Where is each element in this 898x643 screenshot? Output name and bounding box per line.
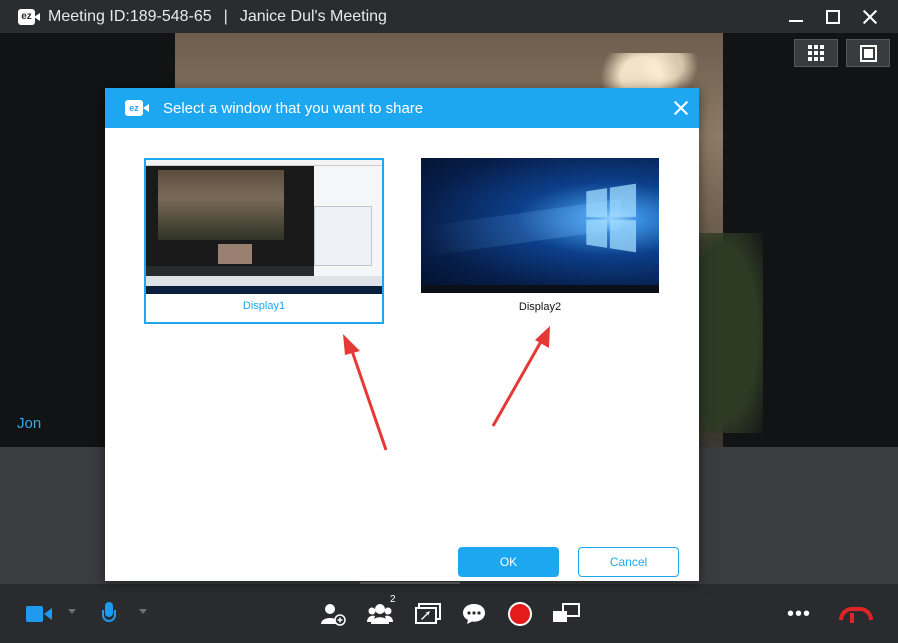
dialog-logo-icon: ez xyxy=(125,100,149,116)
meeting-app: ez Meeting ID:189-548-65 | Janice Dul's … xyxy=(0,0,898,643)
share-window-dialog: ez Select a window that you want to shar… xyxy=(105,88,699,581)
ok-button[interactable]: OK xyxy=(458,547,559,577)
record-icon xyxy=(508,602,532,626)
meeting-id: Meeting ID:189-548-65 xyxy=(48,7,212,25)
microphone-options-chevron-icon[interactable] xyxy=(139,609,147,614)
switch-display-icon xyxy=(553,603,580,622)
add-participant-button[interactable] xyxy=(319,601,347,627)
fullscreen-button[interactable] xyxy=(846,39,890,67)
grid-view-button[interactable] xyxy=(794,39,838,67)
close-icon[interactable] xyxy=(862,9,878,25)
microphone-button[interactable] xyxy=(102,601,116,627)
dialog-title: Select a window that you want to share xyxy=(163,99,424,117)
title-separator: | xyxy=(223,7,228,25)
display-label: Display2 xyxy=(518,301,562,313)
camera-icon xyxy=(26,605,52,623)
participant-name: Jon xyxy=(17,415,42,432)
hang-up-icon xyxy=(839,607,873,623)
maximize-icon[interactable] xyxy=(826,9,840,24)
participants-count: 2 xyxy=(390,594,396,605)
bottom-toolbar: 2 ••• xyxy=(0,584,898,643)
app-logo-icon: ez xyxy=(18,8,40,25)
participants-icon xyxy=(367,604,393,624)
meeting-name: Janice Dul's Meeting xyxy=(239,7,387,25)
microphone-icon xyxy=(102,602,116,626)
display-option-2[interactable]: Display2 xyxy=(420,158,660,324)
display1-thumbnail xyxy=(146,160,382,294)
more-icon: ••• xyxy=(786,602,811,625)
window-controls xyxy=(788,0,878,33)
grid-view-icon xyxy=(808,45,824,61)
hang-up-button[interactable] xyxy=(839,601,873,627)
share-screen-icon xyxy=(415,603,441,624)
chat-icon xyxy=(463,604,485,624)
camera-options-chevron-icon[interactable] xyxy=(68,609,76,614)
dialog-header: ez Select a window that you want to shar… xyxy=(105,88,699,128)
minimize-icon[interactable] xyxy=(788,9,804,25)
cancel-button[interactable]: Cancel xyxy=(578,547,679,577)
close-icon[interactable] xyxy=(673,100,689,116)
share-screen-button[interactable] xyxy=(414,601,442,627)
switch-display-button[interactable] xyxy=(551,601,581,627)
add-participant-icon xyxy=(321,604,346,626)
display2-thumbnail xyxy=(421,158,659,293)
title-bar: ez Meeting ID:189-548-65 | Janice Dul's … xyxy=(0,0,898,33)
display-label: Display1 xyxy=(242,300,286,312)
record-button[interactable] xyxy=(507,601,533,627)
camera-button[interactable] xyxy=(26,601,52,627)
fullscreen-icon xyxy=(859,44,877,62)
more-button[interactable]: ••• xyxy=(786,601,812,627)
display-option-1[interactable]: Display1 xyxy=(144,158,384,324)
layout-buttons xyxy=(794,39,890,67)
chat-button[interactable] xyxy=(462,601,486,627)
